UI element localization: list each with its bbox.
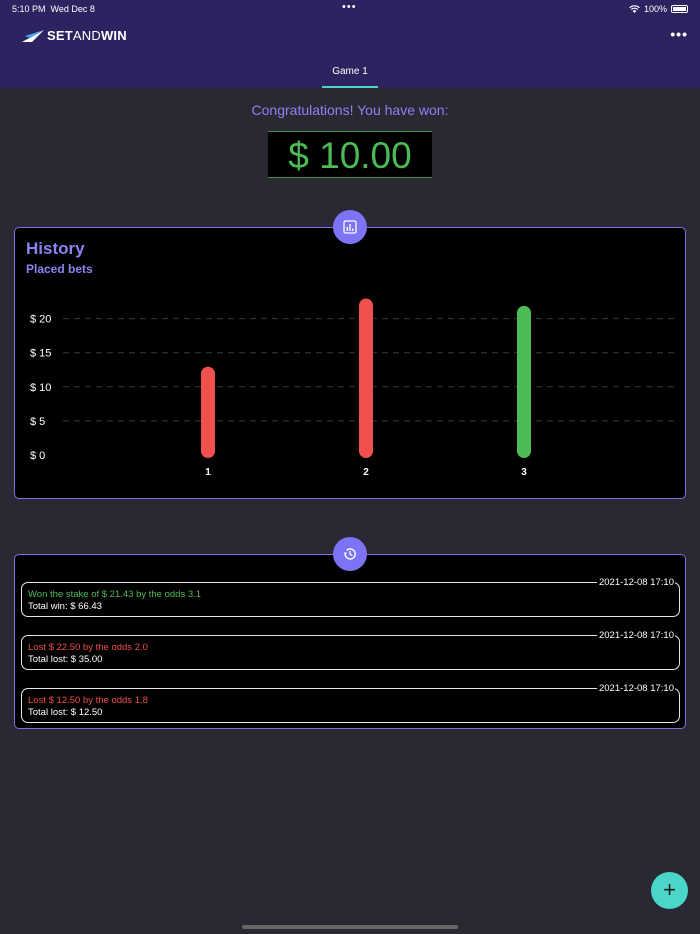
bet-log-entry: 2021-12-08 17:10 Lost $ 12.50 by the odd… bbox=[21, 683, 680, 723]
entry-result: Lost $ 12.50 by the odds 1.8 bbox=[28, 695, 148, 706]
entry-total: Total lost: $ 35.00 bbox=[28, 654, 103, 665]
y-tick-label: $ 0 bbox=[30, 450, 45, 462]
paper-plane-icon bbox=[22, 29, 44, 42]
won-amount: $ 10.00 bbox=[268, 131, 432, 178]
bar-chart-icon bbox=[343, 220, 357, 234]
history-log-button[interactable] bbox=[333, 537, 367, 571]
wifi-icon bbox=[629, 5, 640, 13]
tab-indicator bbox=[322, 86, 378, 88]
status-time: 5:10 PM Wed Dec 8 bbox=[12, 4, 95, 14]
entry-timestamp: 2021-12-08 17:10 bbox=[596, 683, 675, 694]
status-bar: 5:10 PM Wed Dec 8 ••• 100% bbox=[0, 0, 700, 18]
logo-set: SET bbox=[47, 28, 73, 43]
x-tick-label: 1 bbox=[205, 467, 211, 478]
status-date: Wed Dec 8 bbox=[50, 4, 95, 14]
history-chart-button[interactable] bbox=[333, 210, 367, 244]
battery-icon bbox=[671, 5, 688, 13]
y-tick-label: $ 20 bbox=[30, 314, 51, 326]
add-bet-button[interactable]: + bbox=[651, 872, 688, 909]
entry-timestamp: 2021-12-08 17:10 bbox=[596, 630, 675, 641]
entry-total: Total win: $ 66.43 bbox=[28, 601, 102, 612]
app-header: 5:10 PM Wed Dec 8 ••• 100% SETANDWIN •••… bbox=[0, 0, 700, 88]
y-tick-label: $ 5 bbox=[30, 416, 45, 428]
status-clock: 5:10 PM bbox=[12, 4, 46, 14]
entry-result: Won the stake of $ 21.43 by the odds 3.1 bbox=[28, 589, 202, 600]
logo-win: WIN bbox=[100, 28, 127, 43]
y-tick-label: $ 10 bbox=[30, 382, 51, 394]
y-tick-label: $ 15 bbox=[30, 348, 51, 360]
history-icon bbox=[343, 548, 356, 560]
x-tick-label: 2 bbox=[363, 467, 369, 478]
bet-log-card: 2021-12-08 17:10 Won the stake of $ 21.4… bbox=[14, 554, 686, 729]
logo-text: SETANDWIN bbox=[47, 28, 127, 43]
more-horizontal-icon[interactable]: ••• bbox=[670, 26, 688, 42]
logo-and: AND bbox=[72, 28, 101, 43]
entry-total: Total lost: $ 12.50 bbox=[28, 707, 103, 718]
entry-timestamp: 2021-12-08 17:10 bbox=[596, 577, 675, 588]
multitasking-dots-icon[interactable]: ••• bbox=[342, 1, 357, 13]
placed-bets-chart: $ 0 $ 5 $ 10 $ 15 $ 20 1 2 3 bbox=[30, 298, 677, 478]
tab-game-1[interactable]: Game 1 bbox=[322, 58, 378, 88]
app-logo: SETANDWIN bbox=[22, 28, 127, 43]
congrats-message: Congratulations! You have won: bbox=[251, 102, 449, 118]
history-card: History Placed bets $ 0 $ 5 $ 10 $ 15 $ 20 1 2… bbox=[14, 227, 686, 499]
tab-label: Game 1 bbox=[332, 66, 368, 77]
battery-percent: 100% bbox=[643, 4, 667, 14]
x-tick-label: 3 bbox=[521, 467, 527, 478]
bet-log-entry: 2021-12-08 17:10 Lost $ 22.50 by the odd… bbox=[21, 630, 680, 670]
home-indicator[interactable] bbox=[242, 925, 458, 929]
entry-result: Lost $ 22.50 by the odds 2.0 bbox=[28, 642, 148, 653]
status-right: 100% bbox=[629, 4, 688, 14]
bet-log-entry: 2021-12-08 17:10 Won the stake of $ 21.4… bbox=[21, 577, 680, 617]
